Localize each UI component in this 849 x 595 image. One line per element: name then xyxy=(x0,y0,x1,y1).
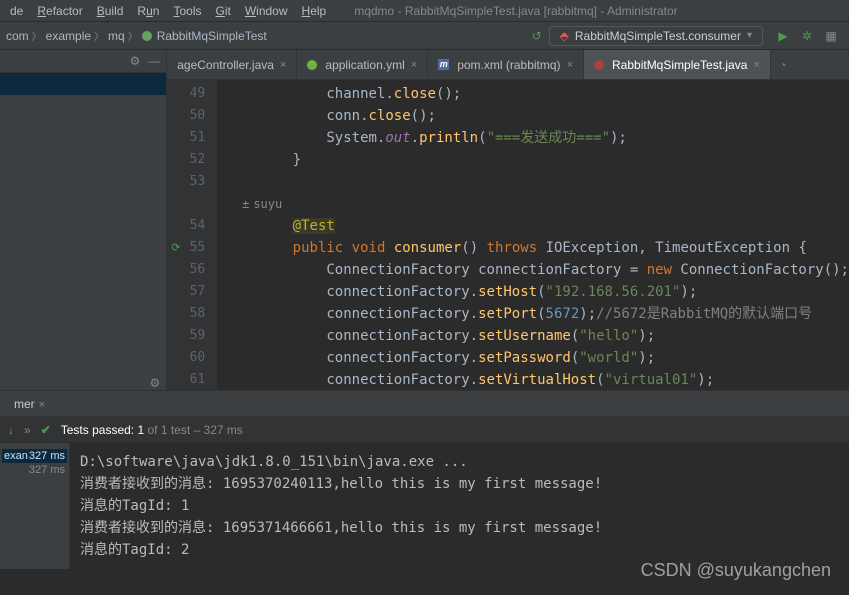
expand-down-icon[interactable]: ↓ xyxy=(8,423,14,437)
run-panel: mer× ↓ » ✔ Tests passed: 1 of 1 test – 3… xyxy=(0,390,849,569)
build-icon[interactable]: ↺ xyxy=(529,28,545,44)
class-icon xyxy=(142,31,152,41)
editor-tab[interactable]: RabbitMqSimpleTest.java× xyxy=(584,50,771,79)
editor-area: ⚙ — ⚙ ageController.java× application.ym… xyxy=(0,50,849,390)
close-icon[interactable]: × xyxy=(753,59,759,71)
project-pane[interactable]: ⚙ — ⚙ xyxy=(0,50,167,390)
watermark: CSDN @suyukangchen xyxy=(641,560,831,581)
code-area[interactable]: 4950515253 54⟳5556575859606162 channel.c… xyxy=(167,80,849,390)
breadcrumb: com〉 example〉 mq〉 RabbitMqSimpleTest xyxy=(6,28,267,43)
test-node[interactable]: exan327 ms xyxy=(2,449,67,463)
menubar: de Refactor Build Run Tools Git Window H… xyxy=(0,0,849,22)
menu-item[interactable]: de xyxy=(4,2,29,20)
collapse-icon[interactable]: — xyxy=(148,54,160,68)
menu-item[interactable]: Git xyxy=(209,2,236,20)
run-tab[interactable]: mer× xyxy=(6,395,53,413)
close-icon[interactable]: × xyxy=(411,59,417,71)
coverage-button[interactable]: ▦ xyxy=(823,28,839,44)
close-icon[interactable]: × xyxy=(280,59,286,71)
gear-icon[interactable]: ⚙ xyxy=(129,54,140,68)
crumb[interactable]: example〉 xyxy=(46,28,104,43)
run-icon: ⬘ xyxy=(560,29,569,43)
menu-item[interactable]: Window xyxy=(239,2,294,20)
crumb[interactable]: mq〉 xyxy=(108,28,138,43)
java-icon xyxy=(594,60,604,70)
editor-tab[interactable]: ageController.java× xyxy=(167,50,297,79)
chevron-down-icon: ▾ xyxy=(747,30,752,41)
test-node[interactable]: 327 ms xyxy=(2,463,67,477)
line-gutter: 4950515253 54⟳5556575859606162 xyxy=(167,80,217,390)
crumb[interactable]: RabbitMqSimpleTest xyxy=(142,29,267,43)
console-output[interactable]: D:\software\java\jdk1.8.0_151\bin\java.e… xyxy=(70,443,849,569)
run-config-dropdown[interactable]: ⬘ RabbitMqSimpleTest.consumer ▾ xyxy=(549,26,763,46)
gear-icon[interactable]: ⚙ xyxy=(149,376,160,390)
editor-tabs: ageController.java× application.yml× m p… xyxy=(167,50,849,80)
more-icon[interactable]: » xyxy=(24,423,31,437)
test-tree[interactable]: exan327 ms 327 ms xyxy=(0,443,70,569)
more-icon[interactable]: ◔ xyxy=(775,57,791,73)
run-panel-tabs: mer× xyxy=(0,391,849,417)
project-selection[interactable] xyxy=(0,73,166,95)
editor-tab[interactable]: m pom.xml (rabbitmq)× xyxy=(428,50,584,79)
check-icon: ✔ xyxy=(41,423,51,437)
menu-item[interactable]: Build xyxy=(91,2,130,20)
toolbar: com〉 example〉 mq〉 RabbitMqSimpleTest ↺ ⬘… xyxy=(0,22,849,50)
menu-item[interactable]: Refactor xyxy=(31,2,88,20)
window-title: mqdmo - RabbitMqSimpleTest.java [rabbitm… xyxy=(334,4,845,18)
close-icon[interactable]: × xyxy=(567,59,573,71)
test-status-bar: ↓ » ✔ Tests passed: 1 of 1 test – 327 ms xyxy=(0,417,849,443)
editor-tab[interactable]: application.yml× xyxy=(297,50,428,79)
debug-button[interactable]: ✲ xyxy=(799,28,815,44)
spring-icon xyxy=(307,60,317,70)
maven-icon: m xyxy=(438,59,449,70)
menu-item[interactable]: Help xyxy=(296,2,333,20)
code-pane[interactable]: channel.close(); conn.close(); System.ou… xyxy=(217,80,849,390)
run-button[interactable]: ▶ xyxy=(775,28,791,44)
crumb[interactable]: com〉 xyxy=(6,28,42,43)
close-icon[interactable]: × xyxy=(39,399,45,411)
menu-item[interactable]: Tools xyxy=(167,2,207,20)
menu-item[interactable]: Run xyxy=(131,2,165,20)
editor: ageController.java× application.yml× m p… xyxy=(167,50,849,390)
